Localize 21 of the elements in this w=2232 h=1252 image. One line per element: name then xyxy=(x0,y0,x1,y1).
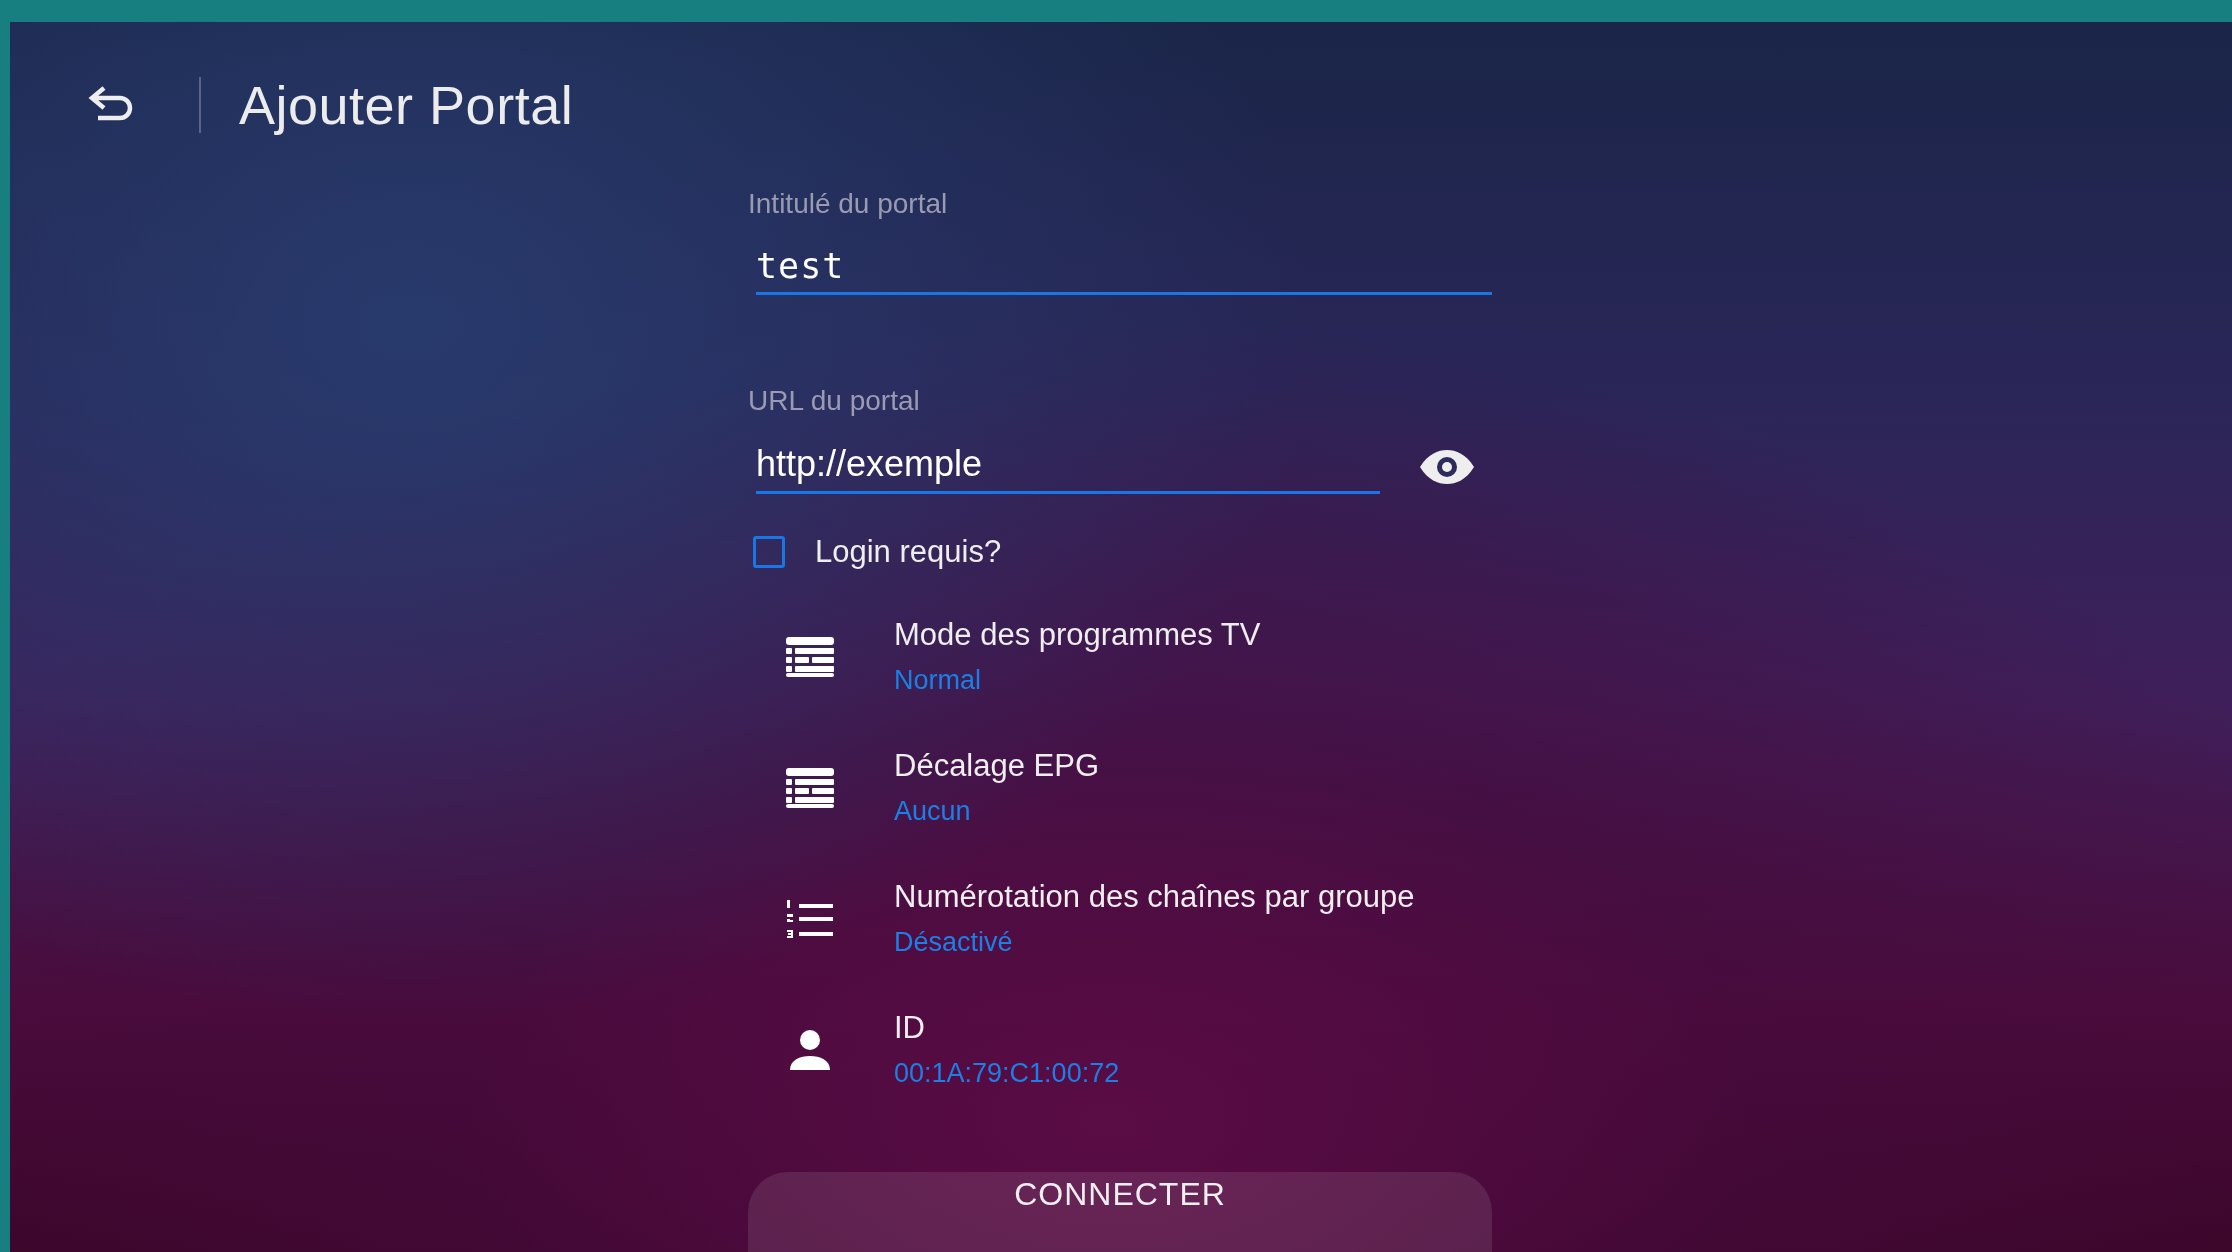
setting-value[interactable]: Aucun xyxy=(894,796,1100,827)
setting-title: Mode des programmes TV xyxy=(894,617,1261,653)
list-table-icon xyxy=(786,767,834,808)
person-icon xyxy=(790,1029,830,1070)
setting-value[interactable]: 00:1A:79:C1:00:72 xyxy=(894,1058,1120,1089)
checkbox-label: Login requis? xyxy=(815,534,1002,570)
connect-button[interactable]: CONNECTER xyxy=(748,1172,1492,1252)
list-table-icon xyxy=(786,636,834,677)
checkbox[interactable] xyxy=(753,536,785,568)
setting-title: ID xyxy=(894,1010,926,1046)
setting-title: Décalage EPG xyxy=(894,748,1100,784)
input-field[interactable]: http://exemple xyxy=(756,439,1380,494)
eye-icon[interactable] xyxy=(1420,449,1474,484)
input-field[interactable]: test xyxy=(756,242,1492,295)
field-label: Intitulé du portal xyxy=(748,188,949,220)
numbered-list-icon xyxy=(787,899,833,938)
setting-title: Numérotation des chaînes par groupe xyxy=(894,879,1415,915)
setting-value[interactable]: Désactivé xyxy=(894,927,1415,958)
setting-value[interactable]: Normal xyxy=(894,665,1261,696)
page-title: Ajouter Portal xyxy=(239,74,574,136)
field-label: URL du portal xyxy=(748,385,921,417)
